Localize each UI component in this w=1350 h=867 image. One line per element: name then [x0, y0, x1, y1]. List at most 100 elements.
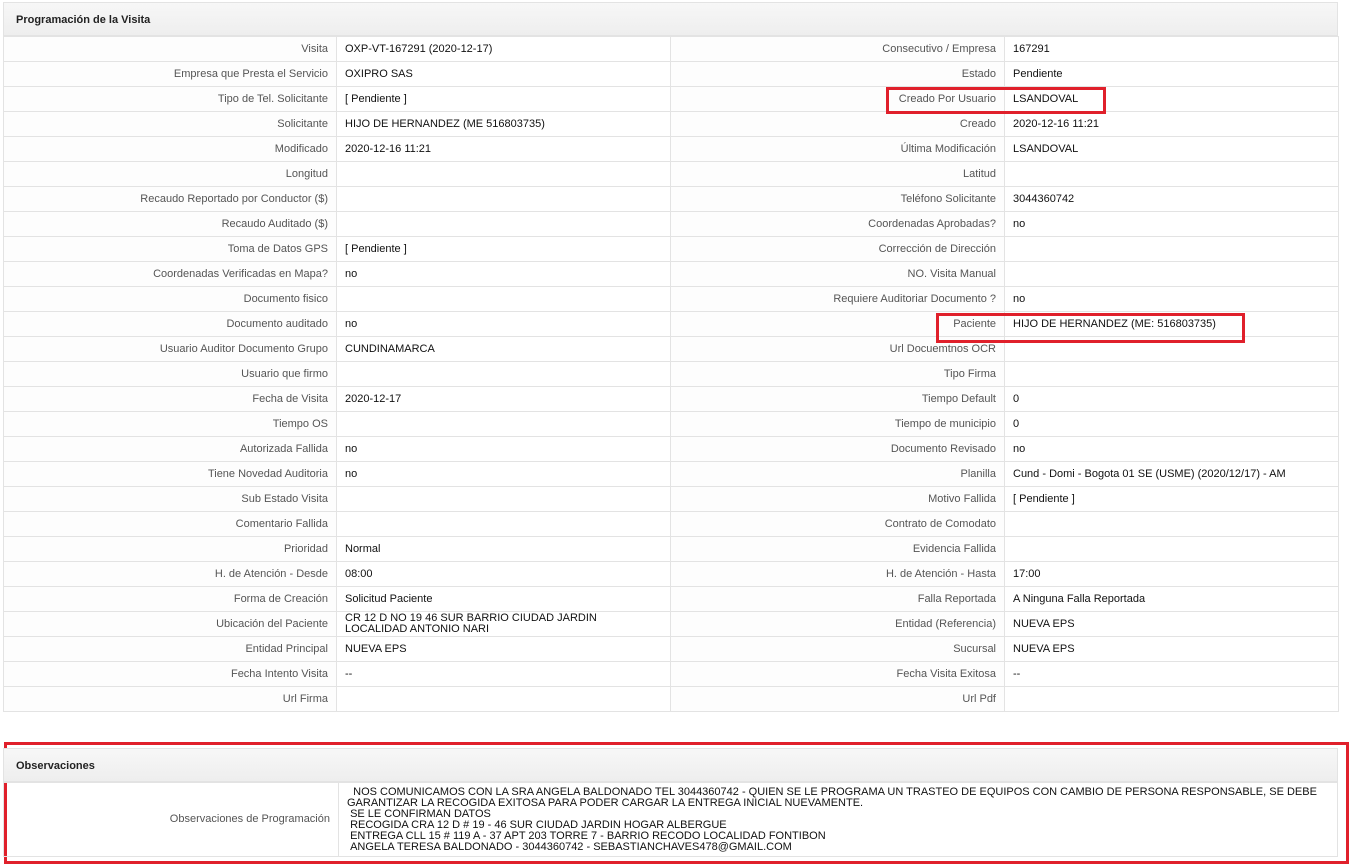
- field-label: Forma de Creación: [3, 586, 337, 612]
- field-label: H. de Atención - Hasta: [670, 561, 1005, 587]
- field-value: no: [336, 261, 671, 287]
- field-label: Ubicación del Paciente: [3, 611, 337, 637]
- field-value: NUEVA EPS: [1004, 611, 1339, 637]
- table-row: H. de Atención - Desde 08:00 H. de Atenció…: [3, 561, 1339, 587]
- field-label: Fecha Visita Exitosa: [670, 661, 1005, 687]
- field-label: Documento Revisado: [670, 436, 1005, 462]
- field-label: H. de Atención - Desde: [3, 561, 337, 587]
- field-label: Estado: [670, 61, 1005, 87]
- field-label: Tiene Novedad Auditoria: [3, 461, 337, 487]
- field-value: CUNDINAMARCA: [336, 336, 671, 362]
- field-value: no: [336, 311, 671, 337]
- field-label: Requiere Auditoriar Documento ?: [670, 286, 1005, 312]
- table-row: Tipo de Tel. Solicitante[ Pendiente ] Cre…: [3, 86, 1339, 112]
- field-label: Tiempo Default: [670, 386, 1005, 412]
- field-value: [336, 211, 671, 237]
- programacion-table: Visita OXP-VT-167291 (2020-12-17) Consecut…: [3, 36, 1339, 712]
- field-value: --: [1004, 661, 1339, 687]
- field-value: [1004, 686, 1339, 712]
- field-value: 17:00: [1004, 561, 1339, 587]
- field-value: [336, 161, 671, 187]
- field-value: [336, 486, 671, 512]
- field-value: [1004, 336, 1339, 362]
- table-row: Prioridad Normal Evidencia Fallida: [3, 536, 1339, 562]
- field-label: Comentario Fallida: [3, 511, 337, 537]
- field-value: CR 12 D NO 19 46 SUR BARRIO CIUDAD JARDI…: [336, 611, 671, 637]
- observaciones-title: Observaciones: [3, 748, 1338, 782]
- field-value: Pendiente: [1004, 61, 1339, 87]
- field-value: no: [1004, 211, 1339, 237]
- field-value: OXIPRO SAS: [336, 61, 671, 87]
- field-value: no: [1004, 436, 1339, 462]
- table-row: Modificado 2020-12-16 11:21 Última Modific…: [3, 136, 1339, 162]
- field-value: --: [336, 661, 671, 687]
- field-value: Solicitud Paciente: [336, 586, 671, 612]
- programacion-panel: Programación de la Visita Visita OXP-VT-1…: [3, 2, 1339, 712]
- field-label: Tipo Firma: [670, 361, 1005, 387]
- table-row: Forma de Creación Solicitud Paciente Falla…: [3, 586, 1339, 612]
- field-label: Creado: [670, 111, 1005, 137]
- table-row: Ubicación del Paciente CR 12 D NO 19 46 S…: [3, 611, 1339, 637]
- field-value: Cund - Domi - Bogota 01 SE (USME) (2020/…: [1004, 461, 1339, 487]
- field-label: Autorizada Fallida: [3, 436, 337, 462]
- field-label: Modificado: [3, 136, 337, 162]
- field-label: Coordenadas Verificadas en Mapa?: [3, 261, 337, 287]
- field-value: 2020-12-16 11:21: [336, 136, 671, 162]
- field-value: no: [336, 461, 671, 487]
- field-value: HIJO DE HERNANDEZ (ME: 516803735): [1004, 311, 1339, 337]
- field-label: Tiempo OS: [3, 411, 337, 437]
- field-value: [336, 411, 671, 437]
- table-row: Documento auditado no Paciente HIJO DE HER…: [3, 311, 1339, 337]
- table-row: Usuario Auditor Documento Grupo CUNDINAMA…: [3, 336, 1339, 362]
- field-label: Url Docuemtnos OCR: [670, 336, 1005, 362]
- field-value: 2020-12-17: [336, 386, 671, 412]
- table-row: Tiempo OS Tiempo de municipio 0: [3, 411, 1339, 437]
- table-row: Fecha de Visita 2020-12-17 Tiempo Default…: [3, 386, 1339, 412]
- field-label: Documento auditado: [3, 311, 337, 337]
- observaciones-table: Observaciones de Programación NOS COMUNI…: [3, 782, 1338, 857]
- field-value: LSANDOVAL: [1004, 86, 1339, 112]
- field-value: Normal: [336, 536, 671, 562]
- field-value: 0: [1004, 411, 1339, 437]
- table-row: Fecha Intento Visita -- Fecha Visita Exit…: [3, 661, 1339, 687]
- table-row: Usuario que firmo Tipo Firma: [3, 361, 1339, 387]
- field-label: Usuario Auditor Documento Grupo: [3, 336, 337, 362]
- field-value: HIJO DE HERNANDEZ (ME 516803735): [336, 111, 671, 137]
- field-label: Longitud: [3, 161, 337, 187]
- table-row: Empresa que Presta el Servicio OXIPRO SAS…: [3, 61, 1339, 87]
- observaciones-text: NOS COMUNICAMOS CON LA SRA ANGELA BALDON…: [338, 782, 1338, 857]
- field-value: OXP-VT-167291 (2020-12-17): [336, 36, 671, 62]
- field-value: [ Pendiente ]: [336, 86, 671, 112]
- field-value: [336, 361, 671, 387]
- observaciones-label: Observaciones de Programación: [3, 782, 339, 857]
- field-label: Tiempo de municipio: [670, 411, 1005, 437]
- field-value: 0: [1004, 386, 1339, 412]
- table-row: Documento fisico Requiere Auditoriar Docu…: [3, 286, 1339, 312]
- field-label: Recaudo Reportado por Conductor ($): [3, 186, 337, 212]
- field-value: 3044360742: [1004, 186, 1339, 212]
- field-label: Solicitante: [3, 111, 337, 137]
- field-value: [1004, 261, 1339, 287]
- field-label: Fecha de Visita: [3, 386, 337, 412]
- field-label: Planilla: [670, 461, 1005, 487]
- table-row: Entidad Principal NUEVA EPS Sucursal NUEVA …: [3, 636, 1339, 662]
- field-label: Motivo Fallida: [670, 486, 1005, 512]
- field-label: Corrección de Dirección: [670, 236, 1005, 262]
- field-label: Sub Estado Visita: [3, 486, 337, 512]
- field-value: NUEVA EPS: [336, 636, 671, 662]
- table-row: Recaudo Reportado por Conductor ($) Teléf…: [3, 186, 1339, 212]
- field-value: 08:00: [336, 561, 671, 587]
- field-label: Fecha Intento Visita: [3, 661, 337, 687]
- field-label: Coordenadas Aprobadas?: [670, 211, 1005, 237]
- field-label: Consecutivo / Empresa: [670, 36, 1005, 62]
- field-label: Sucursal: [670, 636, 1005, 662]
- table-row: Url Firma Url Pdf: [3, 686, 1339, 712]
- field-label: Url Firma: [3, 686, 337, 712]
- table-row: Visita OXP-VT-167291 (2020-12-17) Consecut…: [3, 36, 1339, 62]
- field-label: Paciente: [670, 311, 1005, 337]
- field-value: LSANDOVAL: [1004, 136, 1339, 162]
- table-row: Coordenadas Verificadas en Mapa? no NO. V…: [3, 261, 1339, 287]
- field-label: Entidad (Referencia): [670, 611, 1005, 637]
- table-row: Longitud Latitud: [3, 161, 1339, 187]
- field-label: Prioridad: [3, 536, 337, 562]
